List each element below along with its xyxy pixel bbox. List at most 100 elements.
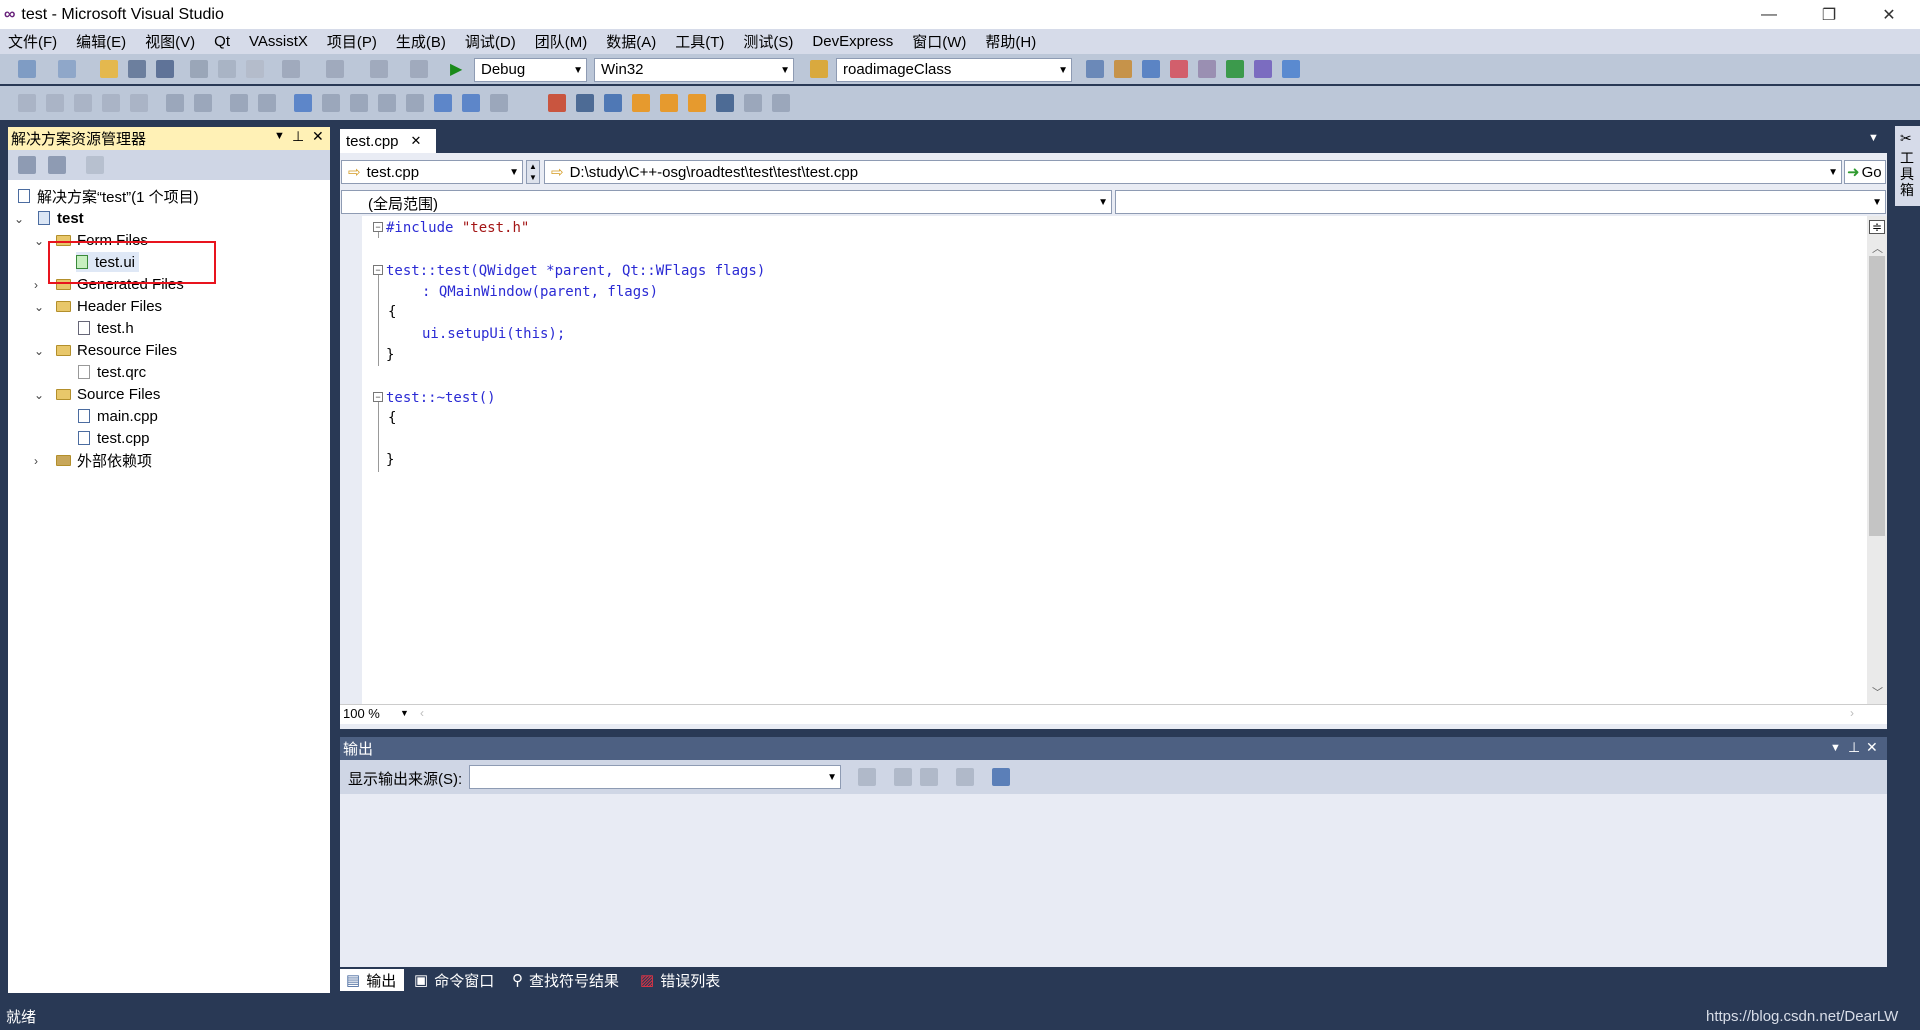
find-combo[interactable]: roadimageClass ▼ [836, 58, 1072, 82]
menu-qt[interactable]: Qt [214, 33, 230, 50]
uncomment-lines-icon[interactable] [258, 94, 276, 112]
menu-tools[interactable]: 工具(T) [675, 31, 724, 52]
menu-edit[interactable]: 编辑(E) [76, 31, 126, 52]
chevron-down-icon[interactable]: ▼ [400, 708, 409, 718]
menu-file[interactable]: 文件(F) [8, 31, 57, 52]
panel-menu-icon[interactable]: ▼ [274, 130, 285, 142]
start-page-icon[interactable] [1226, 60, 1244, 78]
pin-icon[interactable]: ⊥ [292, 128, 304, 145]
navigate-forward-icon[interactable] [410, 60, 428, 78]
file-combo[interactable]: ⇨ test.cpp ▼ [341, 160, 523, 184]
start-debugging-icon[interactable]: ▶ [450, 59, 462, 79]
tab-output[interactable]: ▤ 输出 [340, 969, 404, 991]
chevron-down-icon[interactable]: ⌄ [34, 234, 44, 248]
save-all-icon[interactable] [156, 60, 174, 78]
pin-icon[interactable]: ⊥ [1848, 739, 1860, 756]
cut-icon[interactable] [190, 60, 208, 78]
vax-goto-icon[interactable] [632, 94, 650, 112]
word-wrap-icon[interactable] [992, 768, 1010, 786]
tree-file-main-cpp[interactable]: main.cpp [78, 406, 158, 426]
object-browser-icon[interactable] [1142, 60, 1160, 78]
find-in-files-icon[interactable] [810, 60, 828, 78]
tools-icon[interactable] [1198, 60, 1216, 78]
zoom-value[interactable]: 100 % [343, 706, 380, 721]
menu-view[interactable]: 视图(V) [145, 31, 195, 52]
vax-find-symbol-icon[interactable] [576, 94, 594, 112]
add-item-icon[interactable] [58, 60, 76, 78]
menu-data[interactable]: 数据(A) [606, 31, 656, 52]
tab-list-icon[interactable]: ▼ [1868, 132, 1879, 144]
save-icon[interactable] [128, 60, 146, 78]
toolbox-side-tab[interactable]: ✂ 工具箱 [1895, 126, 1920, 206]
vax-forward-icon[interactable] [688, 94, 706, 112]
scroll-right-icon[interactable]: › [1850, 706, 1854, 720]
collapse-icon[interactable]: − [373, 265, 383, 275]
next-bookmark-icon[interactable] [350, 94, 368, 112]
go-to-error-icon[interactable] [858, 768, 876, 786]
navigate-back-icon[interactable] [370, 60, 388, 78]
paste-icon[interactable] [246, 60, 264, 78]
tab-test-cpp[interactable]: test.cpp ✕ [340, 129, 436, 153]
members-combo[interactable]: ▼ [1115, 190, 1886, 214]
prev-message-icon[interactable] [894, 768, 912, 786]
class-view-icon[interactable] [1254, 60, 1272, 78]
menu-team[interactable]: 团队(M) [535, 31, 588, 52]
parameter-info-icon[interactable] [46, 94, 64, 112]
tab-command-window[interactable]: ▣ 命令窗口 [414, 969, 494, 991]
scroll-up-icon[interactable]: ︿ [1872, 240, 1883, 256]
vax-open-file-icon[interactable] [548, 94, 566, 112]
close-icon[interactable]: ✕ [1866, 739, 1878, 756]
output-text-area[interactable] [340, 794, 1887, 967]
tree-file-test-h[interactable]: test.h [78, 318, 134, 338]
split-handle-icon[interactable]: ≑ [1869, 220, 1885, 234]
clear-bookmarks-icon[interactable] [490, 94, 508, 112]
view-code-icon[interactable] [86, 156, 104, 174]
vax-refactor-icon[interactable] [716, 94, 734, 112]
prev-bookmark-folder-icon[interactable] [378, 94, 396, 112]
next-bookmark-doc-icon[interactable] [462, 94, 480, 112]
menu-help[interactable]: 帮助(H) [985, 31, 1036, 52]
vax-back-icon[interactable] [660, 94, 678, 112]
vax-list-methods-icon[interactable] [604, 94, 622, 112]
comment-lines-icon[interactable] [230, 94, 248, 112]
vax-spell-check-icon[interactable] [744, 94, 762, 112]
minimize-button[interactable]: — [1746, 0, 1792, 29]
menu-vassistx[interactable]: VAssistX [249, 33, 308, 50]
open-file-icon[interactable] [100, 60, 118, 78]
collapse-icon[interactable]: − [373, 222, 383, 232]
clear-all-icon[interactable] [956, 768, 974, 786]
collapse-icon[interactable]: − [373, 392, 383, 402]
next-bookmark-folder-icon[interactable] [406, 94, 424, 112]
show-all-files-icon[interactable] [48, 156, 66, 174]
chevron-right-icon[interactable]: › [34, 278, 38, 292]
tree-external-dependencies[interactable]: 外部依赖项 [56, 450, 152, 470]
path-combo[interactable]: ⇨ D:\study\C++-osg\roadtest\test\test\tes… [544, 160, 1842, 184]
output-source-combo[interactable]: ▼ [469, 765, 841, 789]
menu-test[interactable]: 测试(S) [743, 31, 793, 52]
scroll-left-icon[interactable]: ‹ [420, 706, 424, 720]
close-icon[interactable]: ✕ [312, 128, 324, 145]
properties-icon[interactable] [1114, 60, 1132, 78]
tree-folder-resource-files[interactable]: Resource Files [56, 340, 177, 360]
tree-folder-header-files[interactable]: Header Files [56, 296, 162, 316]
tree-file-test-cpp[interactable]: test.cpp [78, 428, 150, 448]
prev-bookmark-doc-icon[interactable] [434, 94, 452, 112]
panel-menu-icon[interactable]: ▼ [1830, 742, 1841, 754]
menu-window[interactable]: 窗口(W) [912, 31, 966, 52]
copy-icon[interactable] [218, 60, 236, 78]
complete-word-icon[interactable] [102, 94, 120, 112]
next-message-icon[interactable] [920, 768, 938, 786]
outdent-icon[interactable] [166, 94, 184, 112]
go-button[interactable]: ➜ Go [1844, 160, 1886, 184]
properties-icon[interactable] [18, 156, 36, 174]
new-project-icon[interactable] [18, 60, 36, 78]
command-window-icon[interactable] [1282, 60, 1300, 78]
bookmark-icon[interactable] [294, 94, 312, 112]
list-members-icon[interactable] [18, 94, 36, 112]
comment-icon[interactable] [130, 94, 148, 112]
quick-info-icon[interactable] [74, 94, 92, 112]
chevron-right-icon[interactable]: › [34, 454, 38, 468]
scroll-thumb[interactable] [1869, 256, 1885, 536]
tree-file-test-qrc[interactable]: test.qrc [78, 362, 146, 382]
toolbox-icon[interactable] [1170, 60, 1188, 78]
